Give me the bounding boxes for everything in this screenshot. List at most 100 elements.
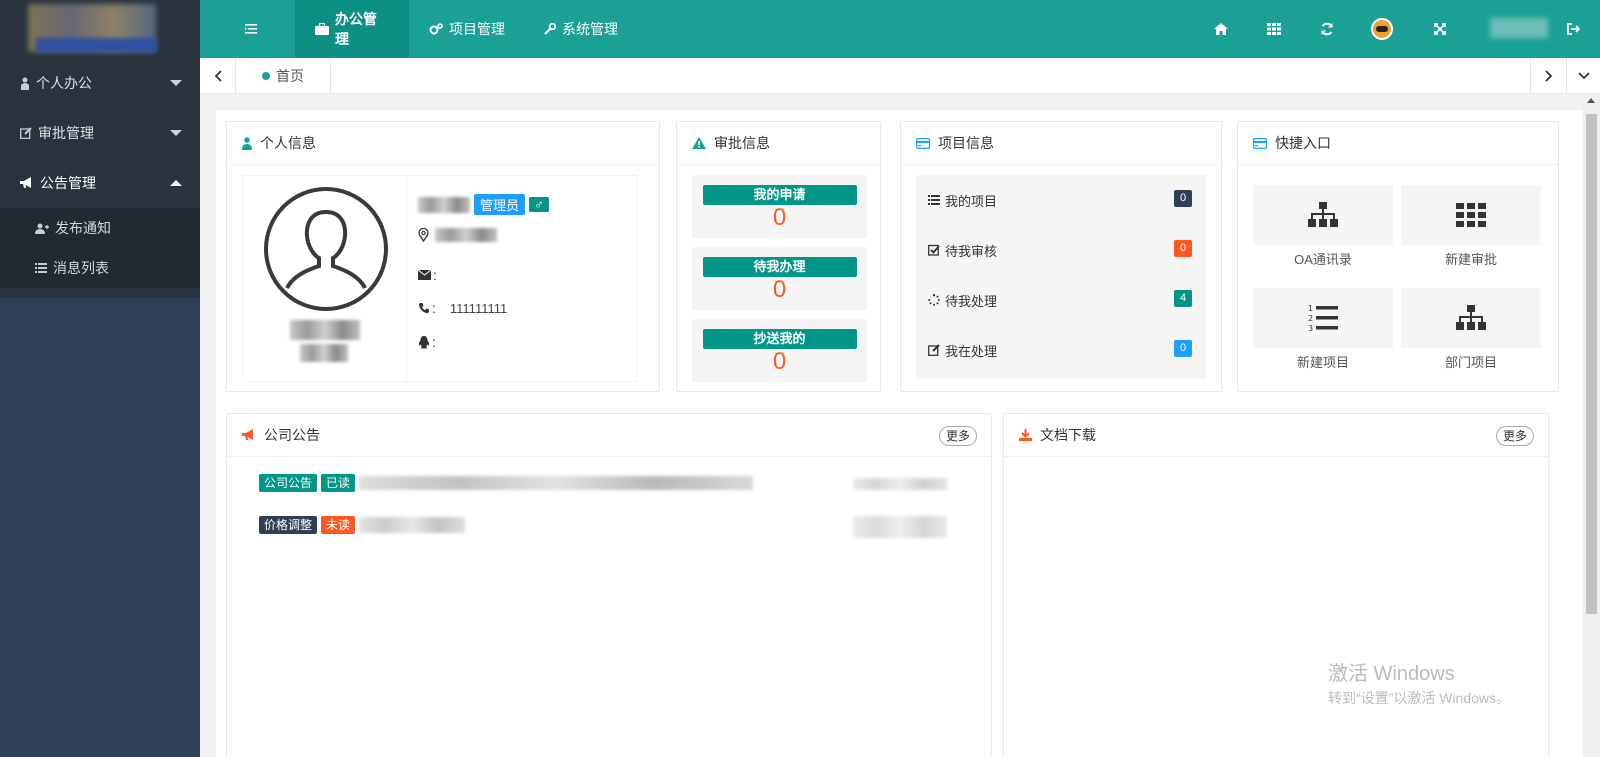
email-label: : xyxy=(433,267,437,283)
approval-cc-me[interactable]: 抄送我的 0 xyxy=(692,319,867,382)
approval-pending-me[interactable]: 待我办理 0 xyxy=(692,247,867,310)
logout-icon[interactable] xyxy=(1553,0,1593,58)
sidebar-item-label: 个人办公 xyxy=(36,75,92,91)
sidebar: 个人办公 审批管理 公告管理 发布通知 消息列表 xyxy=(0,58,200,757)
avatar-placeholder xyxy=(263,186,389,312)
role-badge: 管理员 xyxy=(474,194,526,215)
phone-row: : 111111111 xyxy=(418,300,507,316)
org-chart-icon xyxy=(1456,305,1486,331)
watermark-title: 激活 Windows xyxy=(1328,663,1455,685)
tab-system-management[interactable]: 系统管理 xyxy=(524,0,638,58)
notice-date-redacted xyxy=(853,516,947,538)
approval-label: 抄送我的 xyxy=(702,329,857,349)
card-title: 文档下载 xyxy=(1040,427,1096,443)
tab-home[interactable]: 首页 xyxy=(236,58,331,94)
home-icon[interactable] xyxy=(1201,0,1241,58)
chevron-right-icon[interactable] xyxy=(1530,58,1566,94)
scroll-thumb[interactable] xyxy=(1586,114,1597,614)
approval-my-requests[interactable]: 我的申请 0 xyxy=(692,175,867,238)
tab-home-label: 首页 xyxy=(276,68,304,84)
svg-text:3: 3 xyxy=(1308,324,1313,333)
sidebar-item-notices[interactable]: 公告管理 xyxy=(0,158,200,208)
windows-activation-watermark: 激活 Windows 转到“设置”以激活 Windows。 xyxy=(1328,657,1510,708)
quick-label: 新建项目 xyxy=(1296,355,1349,370)
chevron-down-icon[interactable] xyxy=(1566,58,1600,94)
username[interactable] xyxy=(1490,18,1548,38)
more-button[interactable]: 更多 xyxy=(938,426,977,446)
card-header: 文档下载 更多 xyxy=(1004,414,1548,457)
profile-name-row: 管理员 ♂ xyxy=(418,194,549,215)
sidebar-subitem-messages[interactable]: 消息列表 xyxy=(0,248,200,288)
chevron-down-icon xyxy=(170,80,182,86)
hamburger-icon[interactable] xyxy=(231,18,271,40)
approval-count: 0 xyxy=(772,276,787,303)
wrench-icon xyxy=(544,23,556,35)
refresh-icon[interactable] xyxy=(1307,0,1347,58)
card-title: 项目信息 xyxy=(938,135,994,151)
page-scrollbar[interactable] xyxy=(1583,94,1600,757)
tab-project-management[interactable]: 项目管理 xyxy=(409,0,525,58)
check-square-icon xyxy=(928,244,940,256)
sidebar-item-label: 公告管理 xyxy=(40,175,96,191)
gears-icon xyxy=(429,23,443,35)
download-icon xyxy=(1019,429,1032,441)
card-header: 公司公告 更多 xyxy=(227,414,991,457)
list-icon xyxy=(928,195,940,205)
approval-label: 待我办理 xyxy=(702,257,857,277)
count-badge: 0 xyxy=(1174,340,1192,357)
avatar[interactable] xyxy=(1362,0,1402,58)
chevron-up-icon xyxy=(170,180,182,186)
svg-text:1: 1 xyxy=(1308,304,1313,313)
project-row-label: 我在处理 xyxy=(945,343,998,359)
more-button[interactable]: 更多 xyxy=(1495,426,1534,446)
location-icon xyxy=(418,228,429,242)
project-row-pending-handle[interactable]: 待我处理 4 xyxy=(916,275,1206,325)
sidebar-subitem-publish[interactable]: 发布通知 xyxy=(0,208,200,248)
project-row-pending-review[interactable]: 待我审核 0 xyxy=(916,225,1206,275)
fullscreen-icon[interactable] xyxy=(1420,0,1460,58)
project-row-in-progress[interactable]: 我在处理 0 xyxy=(916,325,1206,375)
card-title: 公司公告 xyxy=(264,427,320,443)
bullhorn-icon xyxy=(20,177,34,189)
approval-count: 0 xyxy=(772,348,787,375)
quick-label: 新建审批 xyxy=(1444,252,1497,267)
briefcase-icon xyxy=(315,23,329,35)
project-row-label: 待我处理 xyxy=(945,293,998,309)
card-title: 快捷入口 xyxy=(1275,135,1331,151)
credit-card-icon xyxy=(916,137,930,149)
credit-card-icon xyxy=(1253,137,1267,149)
notice-title-redacted xyxy=(359,476,754,490)
notice-title-redacted xyxy=(359,517,466,533)
card-header: 审批信息 xyxy=(677,122,880,165)
active-dot xyxy=(262,72,270,80)
sidebar-subitem-label: 消息列表 xyxy=(53,260,109,276)
scroll-up-icon[interactable] xyxy=(1587,98,1595,103)
location-redacted xyxy=(435,228,497,242)
bullhorn-icon xyxy=(242,429,256,441)
notice-row[interactable]: 价格调整 未读 xyxy=(259,516,466,534)
project-row-label: 待我审核 xyxy=(945,243,998,259)
phone-icon xyxy=(418,302,430,314)
grid-icon[interactable] xyxy=(1254,0,1294,58)
project-list: 我的项目 0 待我审核 0 待我处理 4 我在处理 0 xyxy=(916,175,1206,379)
list-icon xyxy=(35,263,47,273)
user-icon xyxy=(242,136,252,150)
notice-category: 公司公告 xyxy=(259,474,318,492)
chevron-left-icon[interactable] xyxy=(200,58,236,94)
quick-new-project[interactable]: 123 xyxy=(1253,288,1393,348)
tab-office-management[interactable]: 办公管理 xyxy=(295,0,409,58)
chevron-down-icon xyxy=(170,130,182,136)
sidebar-item-personal-office[interactable]: 个人办公 xyxy=(0,58,200,108)
profile-name-redacted xyxy=(290,320,360,340)
notice-category: 价格调整 xyxy=(259,516,318,534)
quick-new-approval[interactable] xyxy=(1401,185,1541,245)
quick-department-projects[interactable] xyxy=(1401,288,1541,348)
logo[interactable] xyxy=(0,0,200,58)
quick-oa-contacts[interactable] xyxy=(1253,185,1393,245)
notice-row[interactable]: 公司公告 已读 xyxy=(259,474,754,492)
sidebar-item-approval[interactable]: 审批管理 xyxy=(0,108,200,158)
project-row-my-projects[interactable]: 我的项目 0 xyxy=(916,175,1206,225)
tab-label: 项目管理 xyxy=(449,21,505,37)
card-title: 审批信息 xyxy=(714,135,770,151)
approval-count: 0 xyxy=(772,204,787,231)
